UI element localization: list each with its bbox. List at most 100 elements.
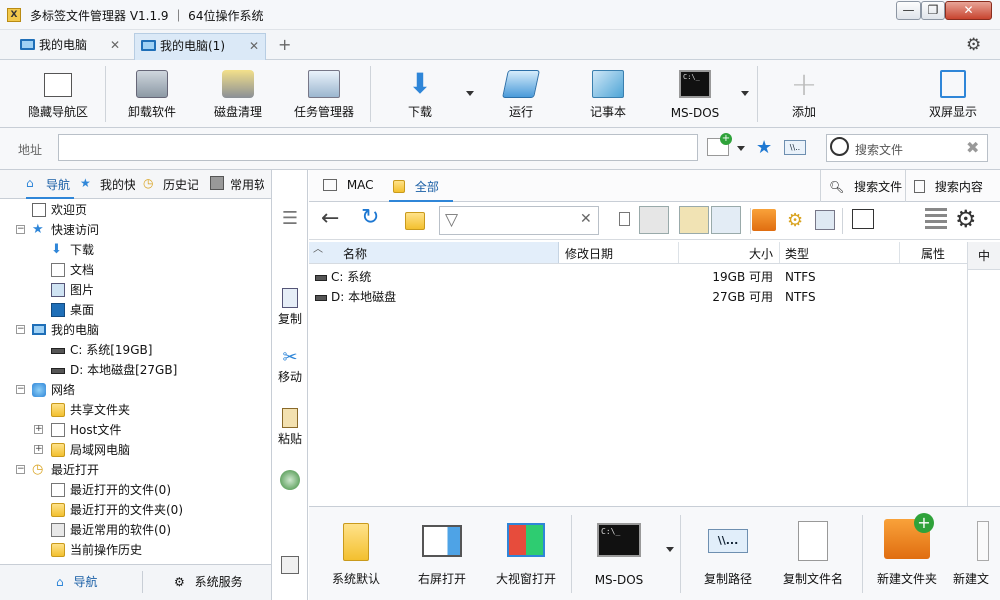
- tree-item-documents[interactable]: 文档: [0, 260, 271, 280]
- tree-item-quick-access[interactable]: − ★ 快速访问: [0, 220, 271, 240]
- folder-view-icon[interactable]: [679, 206, 709, 234]
- tree-item-shared-folder[interactable]: 共享文件夹: [0, 400, 271, 420]
- new-tab-button[interactable]: +: [278, 35, 291, 54]
- download-button[interactable]: ⬇ 下载: [394, 64, 446, 124]
- copy-path-button[interactable]: \\... 复制路径: [695, 515, 761, 595]
- tab-history[interactable]: ◷ 历史记: [143, 176, 198, 193]
- table-row[interactable]: D: 本地磁盘 27GB 可用 NTFS: [309, 287, 967, 307]
- bookmark-dropdown-icon[interactable]: [737, 146, 745, 151]
- close-tab-icon[interactable]: ✕: [249, 34, 259, 59]
- open-external-icon[interactable]: [852, 209, 874, 229]
- search-file-button[interactable]: 🔍︎ 搜索文件: [829, 178, 902, 195]
- collapse-icon[interactable]: −: [16, 325, 25, 334]
- ms-dos-button[interactable]: C:\_ MS-DOS: [662, 64, 728, 124]
- expand-icon[interactable]: +: [34, 425, 43, 434]
- column-size[interactable]: 大小: [749, 245, 773, 262]
- notepad-button[interactable]: 记事本: [580, 64, 636, 124]
- tab-all[interactable]: 全部: [389, 172, 453, 202]
- list-view-icon[interactable]: [711, 206, 741, 234]
- open-right-screen-button[interactable]: 右屏打开: [407, 515, 477, 595]
- tree-item-drive-c[interactable]: C: 系统[19GB]: [0, 340, 271, 360]
- tab-my-computer-1[interactable]: 我的电脑(1) ✕: [134, 33, 266, 60]
- ms-dos-open-button[interactable]: C:\_ MS-DOS: [587, 515, 651, 595]
- checklist-icon[interactable]: ☰: [272, 208, 308, 229]
- tree-item-welcome[interactable]: 欢迎页: [0, 200, 271, 220]
- uninstall-button[interactable]: 卸载软件: [118, 64, 186, 124]
- filter-input[interactable]: ▽ ✕: [439, 206, 599, 235]
- dual-screen-button[interactable]: 双屏显示: [920, 64, 986, 124]
- new-folder-button[interactable]: + 新建文件夹: [873, 513, 941, 595]
- column-name[interactable]: ︿ 名称: [309, 242, 559, 263]
- favorite-star-icon[interactable]: ★: [756, 137, 772, 158]
- tree-item-downloads[interactable]: ⬇ 下载: [0, 240, 271, 260]
- tree-item-lan-computers[interactable]: + 局域网电脑: [0, 440, 271, 460]
- ms-dos-dropdown-icon[interactable]: [666, 547, 674, 552]
- task-manager-button[interactable]: 任务管理器: [288, 64, 360, 124]
- column-attributes[interactable]: 属性: [921, 245, 945, 262]
- search-input[interactable]: 搜索文件: [855, 141, 903, 158]
- collapse-icon[interactable]: −: [16, 385, 25, 394]
- hide-nav-button[interactable]: 隐藏导航区: [20, 64, 96, 124]
- tree-item-recent[interactable]: − ◷ 最近打开: [0, 460, 271, 480]
- gear-icon[interactable]: ⚙: [955, 205, 977, 233]
- add-button[interactable]: + 添加: [778, 64, 830, 124]
- tree-item-recent-files[interactable]: 最近打开的文件(0): [0, 480, 271, 500]
- disk-cleanup-button[interactable]: 磁盘清理: [206, 64, 270, 124]
- tab-navigation[interactable]: ⌂ 导航: [26, 176, 74, 199]
- add-bookmark-icon[interactable]: +: [707, 133, 732, 156]
- multi-window-button[interactable]: [272, 556, 308, 574]
- collapse-icon[interactable]: −: [16, 465, 25, 474]
- restore-button[interactable]: ❐: [921, 1, 945, 20]
- tree-item-host-file[interactable]: + Host文件: [0, 420, 271, 440]
- tree-item-recent-folders[interactable]: 最近打开的文件夹(0): [0, 500, 271, 520]
- copy-filename-button[interactable]: 复制文件名: [779, 515, 847, 595]
- layout-icon[interactable]: [925, 208, 947, 232]
- bottom-tab-navigation[interactable]: ⌂ 导航: [56, 573, 97, 590]
- tree-item-pictures[interactable]: 图片: [0, 280, 271, 300]
- paste-button[interactable]: 粘贴: [272, 408, 308, 447]
- folder-history-icon[interactable]: [405, 212, 425, 230]
- tree-item-operation-history[interactable]: 当前操作历史: [0, 540, 271, 560]
- close-window-button[interactable]: ✕: [945, 1, 992, 20]
- minimize-button[interactable]: —: [896, 1, 921, 20]
- settings-gear-icon[interactable]: ⚙: [966, 35, 981, 55]
- tree-item-desktop[interactable]: 桌面: [0, 300, 271, 320]
- large-window-open-button[interactable]: 大视窗打开: [489, 515, 563, 595]
- copy-path-icon[interactable]: \\..: [784, 140, 806, 155]
- clear-search-icon[interactable]: ✖: [966, 138, 979, 157]
- clear-filter-icon[interactable]: ✕: [580, 211, 592, 227]
- collapse-icon[interactable]: −: [16, 225, 25, 234]
- history-action-button[interactable]: [272, 470, 308, 490]
- new-folder-icon[interactable]: [752, 209, 776, 231]
- download-dropdown-icon[interactable]: [466, 91, 474, 96]
- copy-button[interactable]: 复制: [272, 288, 308, 327]
- table-row[interactable]: C: 系统 19GB 可用 NTFS: [309, 267, 967, 287]
- search-content-button[interactable]: 搜索内容: [914, 178, 983, 195]
- system-default-button[interactable]: 系统默认: [323, 515, 389, 595]
- move-button[interactable]: ✂ 移动: [272, 348, 308, 385]
- run-button[interactable]: 运行: [495, 64, 547, 124]
- tab-common-software[interactable]: 常用软: [210, 176, 264, 193]
- new-file-button[interactable]: 新建文: [953, 515, 989, 595]
- tab-favorites[interactable]: ★ 我的快: [80, 176, 135, 193]
- column-modified[interactable]: 修改日期: [565, 245, 613, 262]
- new-file-icon[interactable]: [619, 212, 630, 226]
- preview-toggle-icon[interactable]: [639, 206, 669, 234]
- column-type[interactable]: 类型: [785, 245, 809, 262]
- folder-settings-icon[interactable]: ⚙: [787, 210, 803, 231]
- ms-dos-dropdown-icon[interactable]: [741, 91, 749, 96]
- tree-item-network[interactable]: − 网络: [0, 380, 271, 400]
- tree-item-my-computer[interactable]: − 我的电脑: [0, 320, 271, 340]
- refresh-icon[interactable]: ↻: [361, 205, 379, 230]
- back-arrow-icon[interactable]: ←: [321, 206, 339, 231]
- tab-my-computer[interactable]: 我的电脑 ✕: [14, 33, 126, 60]
- preview-toggle[interactable]: 中: [968, 242, 1000, 270]
- tab-mac[interactable]: MAC: [323, 178, 374, 192]
- address-input[interactable]: [58, 134, 698, 161]
- bottom-tab-system-service[interactable]: ⚙ 系统服务: [174, 573, 243, 590]
- properties-icon[interactable]: [815, 210, 835, 230]
- close-tab-icon[interactable]: ✕: [110, 33, 120, 58]
- tree-item-recent-software[interactable]: 最近常用的软件(0): [0, 520, 271, 540]
- expand-icon[interactable]: +: [34, 445, 43, 454]
- tree-item-drive-d[interactable]: D: 本地磁盘[27GB]: [0, 360, 271, 380]
